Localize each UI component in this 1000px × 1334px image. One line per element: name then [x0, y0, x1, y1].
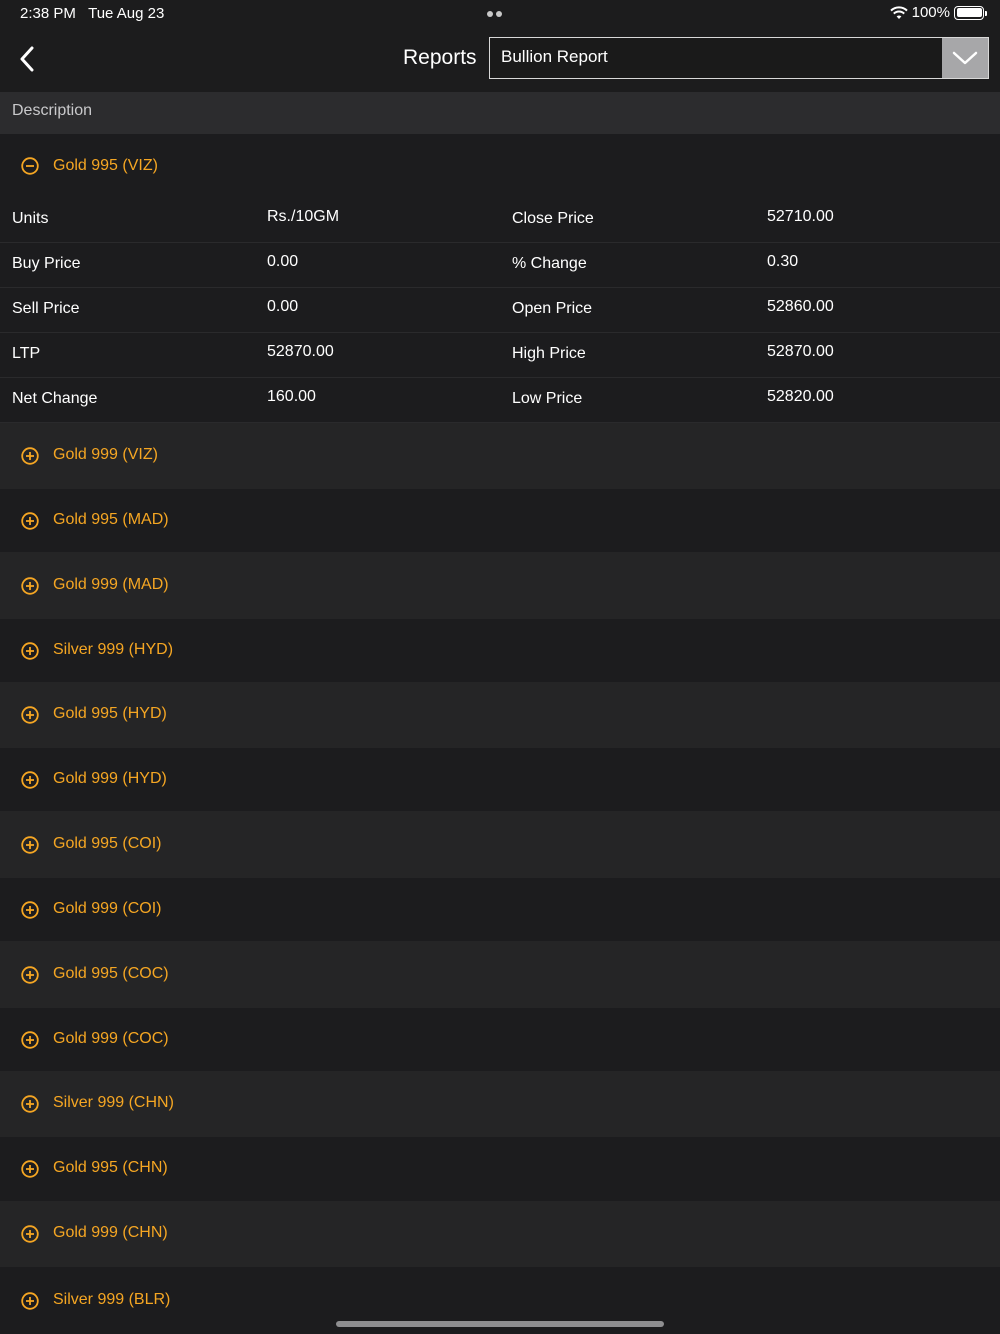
- report-select-value[interactable]: Bullion Report: [490, 38, 942, 78]
- expand-plus-icon[interactable]: [21, 771, 39, 789]
- group-row[interactable]: Silver 999 (CHN): [0, 1071, 1000, 1137]
- detail-label: Close Price: [512, 210, 594, 227]
- detail-value: 0.30: [767, 253, 799, 270]
- collapse-minus-icon[interactable]: [21, 157, 39, 175]
- expand-plus-icon[interactable]: [21, 1095, 39, 1113]
- detail-value: 160.00: [267, 388, 316, 405]
- detail-label: Units: [12, 210, 49, 227]
- detail-value: 0.00: [267, 253, 299, 270]
- status-date: Tue Aug 23: [88, 5, 165, 22]
- detail-value: 52870.00: [767, 343, 834, 360]
- group-row[interactable]: Gold 999 (HYD): [0, 748, 1000, 811]
- group-name[interactable]: Silver 999 (HYD): [53, 641, 173, 659]
- group-name[interactable]: Silver 999 (CHN): [53, 1094, 174, 1112]
- group-row[interactable]: Gold 995 (MAD): [0, 489, 1000, 552]
- detail-row: Units Rs./10GM Close Price 52710.00: [0, 198, 1000, 243]
- expand-plus-icon[interactable]: [21, 642, 39, 660]
- detail-row: Net Change 160.00 Low Price 52820.00: [0, 378, 1000, 423]
- status-bar: 2:38 PM Tue Aug 23 100%: [0, 0, 1000, 35]
- detail-value: 52870.00: [267, 343, 334, 360]
- group-name[interactable]: Gold 999 (COC): [53, 1030, 169, 1048]
- group-name[interactable]: Gold 999 (COI): [53, 900, 161, 918]
- multitasking-dots-icon[interactable]: [487, 11, 513, 35]
- expand-plus-icon[interactable]: [21, 447, 39, 465]
- detail-label: % Change: [512, 255, 587, 272]
- wifi-icon: [889, 5, 908, 19]
- detail-value: 52710.00: [767, 208, 834, 225]
- group-name[interactable]: Gold 995 (HYD): [53, 705, 167, 723]
- expand-plus-icon[interactable]: [21, 1031, 39, 1049]
- expand-plus-icon[interactable]: [21, 1292, 39, 1310]
- list-header: Description: [0, 92, 1000, 134]
- detail-label: Net Change: [12, 390, 98, 407]
- chevron-left-icon: [20, 46, 34, 72]
- group-row[interactable]: Gold 995 (COC): [0, 941, 1000, 1008]
- expand-plus-icon[interactable]: [21, 966, 39, 984]
- group-name[interactable]: Gold 995 (COC): [53, 965, 169, 983]
- group-row[interactable]: Gold 995 (CHN): [0, 1137, 1000, 1201]
- group-row[interactable]: Gold 999 (VIZ): [0, 423, 1000, 489]
- detail-value: 0.00: [267, 298, 299, 315]
- detail-row: Buy Price 0.00 % Change 0.30: [0, 243, 1000, 288]
- home-indicator[interactable]: [336, 1321, 664, 1327]
- expand-plus-icon[interactable]: [21, 836, 39, 854]
- detail-value: Rs./10GM: [267, 208, 340, 225]
- chevron-down-icon: [952, 51, 978, 65]
- group-name[interactable]: Gold 995 (COI): [53, 835, 161, 853]
- group-name[interactable]: Gold 995 (MAD): [53, 511, 169, 529]
- detail-label: LTP: [12, 345, 41, 362]
- status-time: 2:38 PM Tue Aug 23: [20, 5, 164, 22]
- battery-icon: [954, 5, 987, 20]
- group-row[interactable]: Gold 999 (CHN): [0, 1201, 1000, 1267]
- group-name[interactable]: Gold 999 (HYD): [53, 770, 167, 788]
- status-indicators: 100%: [889, 4, 987, 21]
- group-name[interactable]: Gold 999 (VIZ): [53, 446, 158, 464]
- list-header-label: Description: [12, 102, 93, 119]
- expand-plus-icon[interactable]: [21, 1225, 39, 1243]
- expand-plus-icon[interactable]: [21, 901, 39, 919]
- detail-value: 52820.00: [767, 388, 834, 405]
- detail-value: 52860.00: [767, 298, 834, 315]
- group-row-expanded[interactable]: Gold 995 (VIZ): [0, 134, 1000, 198]
- detail-label: Buy Price: [12, 255, 81, 272]
- group-name[interactable]: Gold 999 (MAD): [53, 576, 169, 594]
- detail-row: LTP 52870.00 High Price 52870.00: [0, 333, 1000, 378]
- page-title: Reports: [403, 46, 477, 69]
- group-row[interactable]: Gold 995 (HYD): [0, 682, 1000, 748]
- detail-label: Sell Price: [12, 300, 80, 317]
- group-name[interactable]: Silver 999 (BLR): [53, 1291, 170, 1309]
- battery-percent: 100%: [911, 4, 950, 21]
- status-clock: 2:38 PM: [20, 5, 76, 22]
- group-name[interactable]: Gold 995 (VIZ): [53, 157, 158, 175]
- group-row[interactable]: Gold 999 (COC): [0, 1008, 1000, 1071]
- detail-row: Sell Price 0.00 Open Price 52860.00: [0, 288, 1000, 333]
- group-name[interactable]: Gold 995 (CHN): [53, 1159, 168, 1177]
- details-table: Units Rs./10GM Close Price 52710.00 Buy Pric…: [0, 198, 1000, 423]
- detail-label: High Price: [512, 345, 586, 362]
- group-row[interactable]: Gold 995 (COI): [0, 811, 1000, 878]
- report-select-toggle[interactable]: [942, 38, 988, 78]
- detail-label: Low Price: [512, 390, 583, 407]
- back-button[interactable]: [10, 42, 44, 76]
- report-select[interactable]: Bullion Report: [489, 37, 989, 79]
- expand-plus-icon[interactable]: [21, 1160, 39, 1178]
- expand-plus-icon[interactable]: [21, 577, 39, 595]
- group-row[interactable]: Silver 999 (HYD): [0, 619, 1000, 682]
- nav-bar: Reports Bullion Report: [0, 28, 1000, 92]
- group-row[interactable]: Gold 999 (MAD): [0, 552, 1000, 619]
- detail-label: Open Price: [512, 300, 593, 317]
- group-row[interactable]: Gold 999 (COI): [0, 878, 1000, 941]
- group-name[interactable]: Gold 999 (CHN): [53, 1224, 168, 1242]
- expand-plus-icon[interactable]: [21, 512, 39, 530]
- expand-plus-icon[interactable]: [21, 706, 39, 724]
